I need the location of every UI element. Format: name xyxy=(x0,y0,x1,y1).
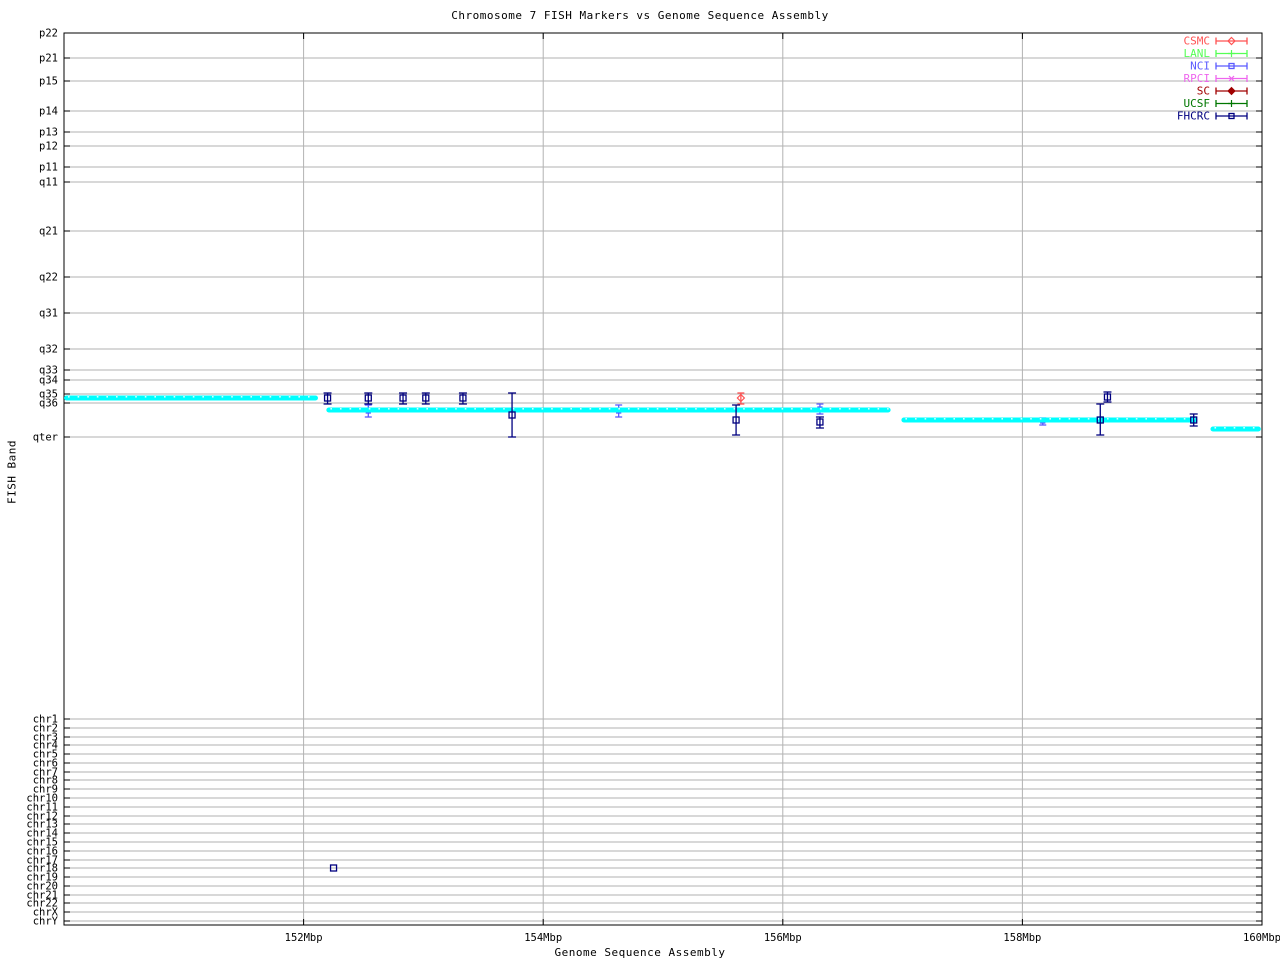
y-tick-label: p14 xyxy=(39,106,58,118)
y-tick-label: q22 xyxy=(39,272,58,284)
legend-label-rpci: RPCI xyxy=(1184,72,1211,85)
legend-label-lanl: LANL xyxy=(1184,47,1211,60)
legend-label-nci: NCI xyxy=(1190,60,1210,73)
plot-canvas: p22p21p15p14p13p12p11q11q21q22q31q32q33q… xyxy=(26,28,1280,945)
legend-label-fhcrc: FHCRC xyxy=(1177,110,1210,123)
y-tick-label: chrY xyxy=(33,916,59,928)
legend-label-ucsf: UCSF xyxy=(1184,97,1211,110)
legend-label-csmc: CSMC xyxy=(1184,35,1211,48)
assembly-band xyxy=(326,407,891,413)
y-tick-label: p13 xyxy=(39,127,58,139)
legend-label-sc: SC xyxy=(1197,85,1210,98)
x-tick-label: 160Mbp xyxy=(1243,932,1280,944)
y-tick-label: q36 xyxy=(39,398,58,410)
y-tick-label: q31 xyxy=(39,308,58,320)
y-tick-label: q11 xyxy=(39,177,58,189)
x-tick-label: 156Mbp xyxy=(764,932,802,944)
y-tick-label: qter xyxy=(33,432,58,444)
x-tick-label: 158Mbp xyxy=(1003,932,1041,944)
y-tick-label: p15 xyxy=(39,76,58,88)
y-tick-label: p22 xyxy=(39,28,58,40)
marker-diamond-filled xyxy=(1227,86,1236,96)
y-tick-label: p11 xyxy=(39,162,58,174)
chart-page: { "chart_data": { "type": "scatter", "ti… xyxy=(0,0,1280,960)
y-tick-label: q32 xyxy=(39,344,58,356)
assembly-band xyxy=(901,417,1198,423)
x-tick-label: 154Mbp xyxy=(524,932,562,944)
y-tick-label: p21 xyxy=(39,53,58,65)
x-tick-label: 152Mbp xyxy=(285,932,323,944)
y-tick-label: q34 xyxy=(39,375,58,387)
y-tick-label: q21 xyxy=(39,226,58,238)
y-tick-label: p12 xyxy=(39,141,58,153)
